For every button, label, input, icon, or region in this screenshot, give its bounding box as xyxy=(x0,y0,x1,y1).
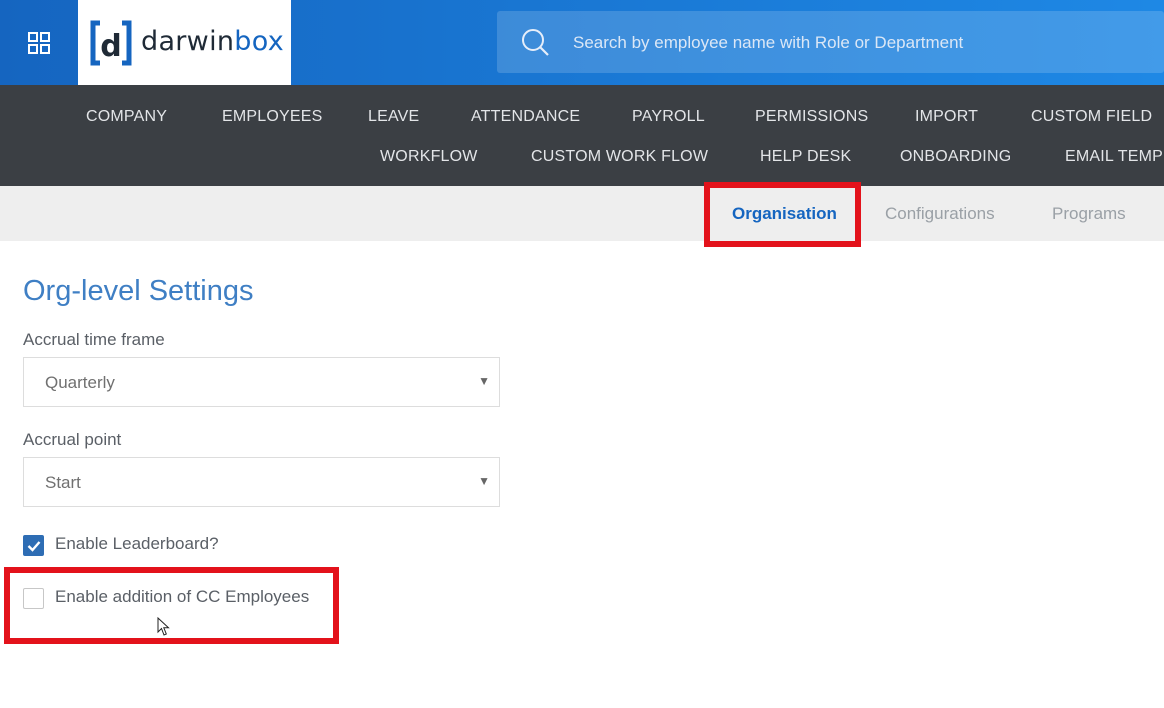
logo-mark-letter: d xyxy=(100,29,121,64)
tab-programs[interactable]: Programs xyxy=(1052,204,1126,224)
darwinbox-logo[interactable]: d darwinbox xyxy=(78,0,291,85)
highlight-box-organisation xyxy=(704,182,861,247)
chevron-down-icon: ▼ xyxy=(478,374,490,388)
search-icon xyxy=(522,29,549,56)
leaderboard-checkbox[interactable] xyxy=(23,535,44,556)
accrual-time-frame-select[interactable]: Quarterly ▼ xyxy=(23,357,500,407)
logo-accent: box xyxy=(234,26,284,57)
top-header: d darwinbox xyxy=(0,0,1164,85)
accrual-point-label: Accrual point xyxy=(23,430,122,449)
nav-leave[interactable]: LEAVE xyxy=(368,108,419,126)
nav-onboarding[interactable]: ONBOARDING xyxy=(900,148,1011,166)
nav-import[interactable]: IMPORT xyxy=(915,108,978,126)
nav-workflow[interactable]: WORKFLOW xyxy=(380,148,478,166)
tab-configurations[interactable]: Configurations xyxy=(885,204,995,224)
apps-menu-button[interactable] xyxy=(0,0,78,85)
nav-employees[interactable]: EMPLOYEES xyxy=(222,108,323,126)
page-title: Org-level Settings xyxy=(23,275,254,307)
highlight-box-cc-employees xyxy=(4,567,339,644)
accrual-point-value: Start xyxy=(45,473,81,492)
mouse-cursor-icon xyxy=(157,617,170,636)
nav-custom-work-flow[interactable]: CUSTOM WORK FLOW xyxy=(531,148,708,166)
nav-attendance[interactable]: ATTENDANCE xyxy=(471,108,580,126)
accrual-time-frame-value: Quarterly xyxy=(45,373,115,392)
logo-mark-icon: d xyxy=(90,20,132,66)
chevron-down-icon: ▼ xyxy=(478,474,490,488)
employee-search-bar[interactable] xyxy=(497,11,1164,75)
accrual-point-select[interactable]: Start ▼ xyxy=(23,457,500,507)
nav-email-templates[interactable]: EMAIL TEMPL xyxy=(1065,148,1164,166)
leaderboard-label: Enable Leaderboard? xyxy=(55,534,219,553)
main-nav: COMPANY EMPLOYEES LEAVE ATTENDANCE PAYRO… xyxy=(0,85,1164,186)
checkmark-icon xyxy=(27,541,41,552)
accrual-time-frame-label: Accrual time frame xyxy=(23,330,165,349)
sub-nav: Organisation Configurations Programs xyxy=(0,186,1164,241)
apps-grid-icon xyxy=(28,31,50,54)
nav-help-desk[interactable]: HELP DESK xyxy=(760,148,851,166)
nav-permissions[interactable]: PERMISSIONS xyxy=(755,108,868,126)
nav-custom-field[interactable]: CUSTOM FIELD xyxy=(1031,108,1152,126)
logo-prefix: darwin xyxy=(141,26,235,57)
nav-company[interactable]: COMPANY xyxy=(86,108,167,126)
nav-payroll[interactable]: PAYROLL xyxy=(632,108,705,126)
logo-wordmark: darwinbox xyxy=(141,26,284,57)
search-input[interactable] xyxy=(571,11,1135,75)
